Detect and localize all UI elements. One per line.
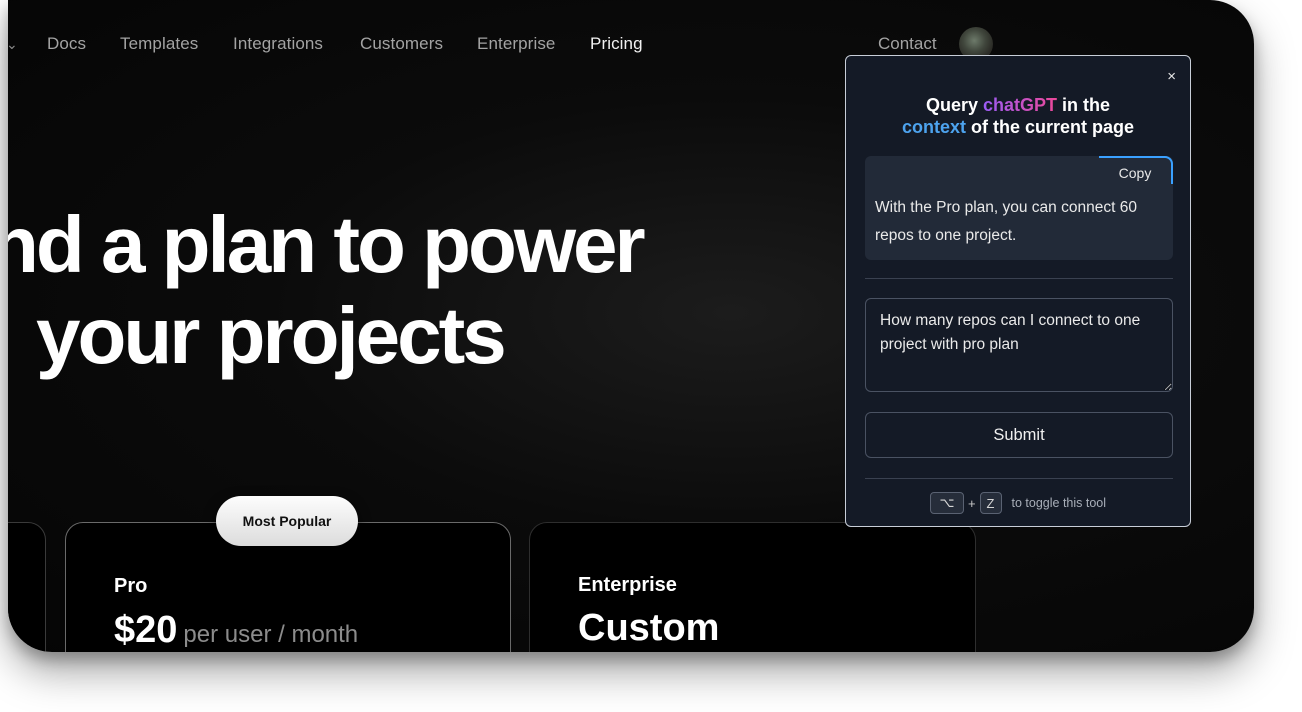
answer-text: With the Pro plan, you can connect 60 re…: [875, 199, 1137, 244]
chatgpt-query-popup: × Query chatGPT in the context of the cu…: [845, 55, 1191, 527]
plan-price: $20 per user / month: [114, 609, 358, 652]
most-popular-badge: Most Popular: [216, 496, 358, 546]
submit-button[interactable]: Submit: [865, 412, 1173, 458]
question-input[interactable]: How many repos can I connect to one proj…: [865, 298, 1173, 392]
plan-price: Custom: [578, 607, 720, 649]
hero-heading-line-2: your projects: [36, 291, 507, 380]
nav-enterprise[interactable]: Enterprise: [477, 34, 555, 54]
price-amount: $20: [114, 609, 178, 651]
hero-heading-line-1: nd a plan to power: [8, 200, 646, 289]
nav-integrations[interactable]: Integrations: [233, 34, 323, 54]
plan-name: Pro: [114, 575, 148, 597]
browser-window: ⌄ Docs Templates Integrations Customers …: [8, 0, 1254, 652]
chevron-down-icon[interactable]: ⌄: [8, 36, 18, 53]
price-unit: per user / month: [183, 621, 359, 648]
divider: [865, 478, 1173, 479]
pricing-card-enterprise: Enterprise Custom: [529, 522, 976, 652]
nav-pricing[interactable]: Pricing: [590, 34, 643, 54]
plus-sign: +: [967, 495, 976, 511]
nav-contact[interactable]: Contact: [878, 34, 937, 54]
popup-title: Query chatGPT in the context of the curr…: [846, 94, 1190, 138]
plan-name: Enterprise: [578, 574, 677, 596]
close-icon[interactable]: ×: [1167, 68, 1176, 85]
copy-button[interactable]: Copy: [1099, 156, 1173, 184]
title-context: context: [901, 117, 966, 137]
pricing-card-partial: [8, 522, 46, 652]
answer-box: Copy With the Pro plan, you can connect …: [865, 156, 1173, 260]
title-rest: of the current page: [971, 117, 1135, 137]
title-query: Query: [925, 95, 978, 115]
title-chatgpt: chatGPT: [983, 95, 1058, 115]
nav-docs[interactable]: Docs: [47, 34, 86, 54]
nav-customers[interactable]: Customers: [360, 34, 443, 54]
z-key: Z: [979, 492, 1002, 514]
toggle-hint-text: to toggle this tool: [1011, 496, 1107, 510]
divider: [865, 278, 1173, 279]
option-key-icon: ⌥: [929, 492, 964, 514]
nav-templates[interactable]: Templates: [120, 34, 198, 54]
keyboard-shortcut-hint: ⌥ + Z to toggle this tool: [846, 492, 1190, 514]
title-in-the: in the: [1062, 95, 1111, 115]
